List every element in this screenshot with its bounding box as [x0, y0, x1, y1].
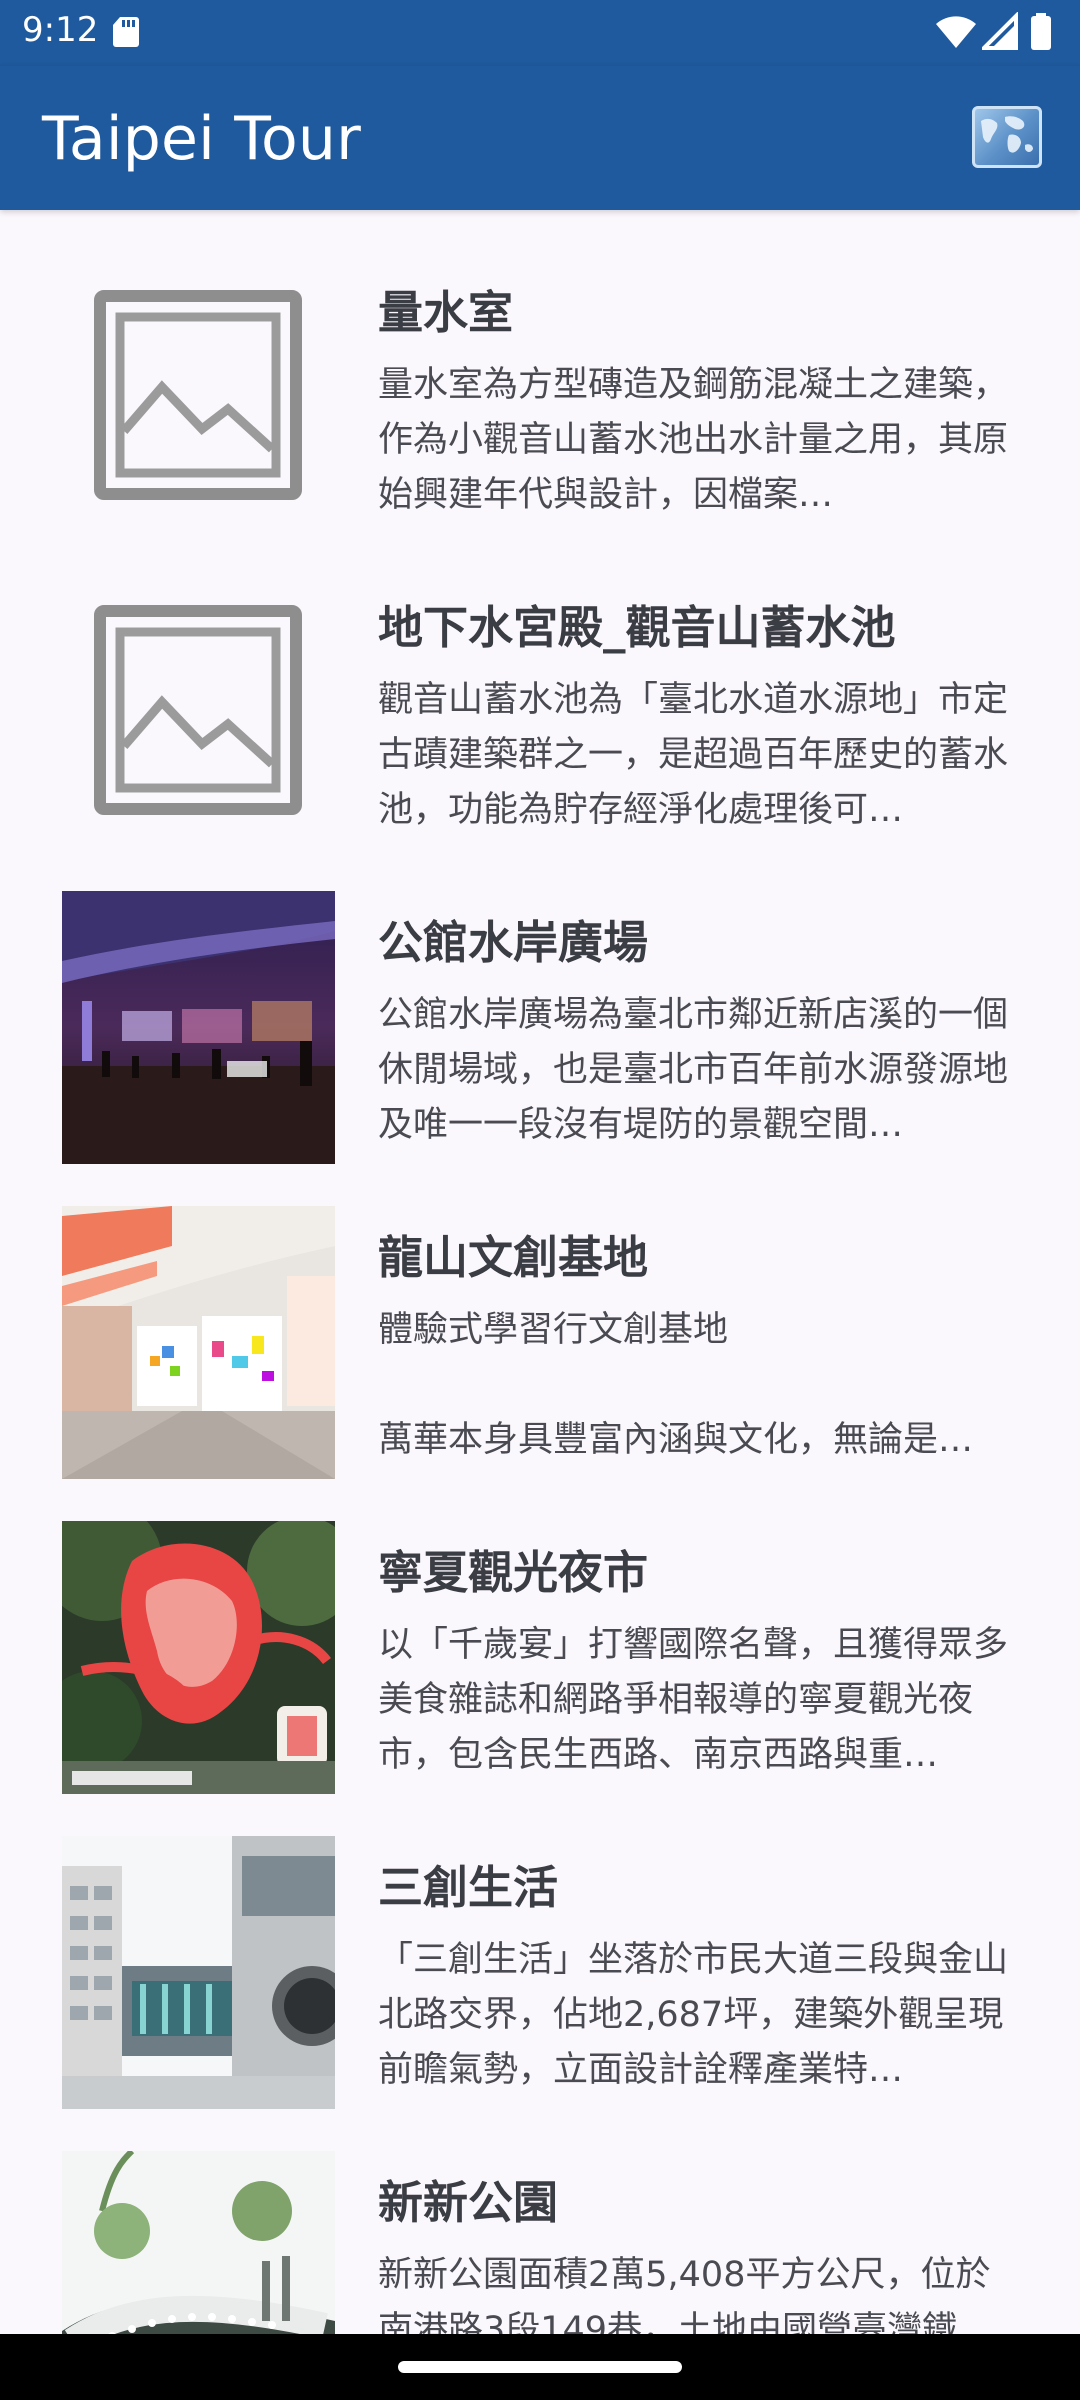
status-bar: 9:12 — [0, 0, 1080, 66]
system-navigation-bar — [0, 2334, 1080, 2400]
status-time: 9:12 — [22, 10, 99, 50]
item-title: 三創生活 — [378, 1861, 559, 1914]
gallery-corridor-photo — [62, 1206, 335, 1479]
world-map-icon — [981, 116, 1033, 153]
park-photo — [62, 2151, 335, 2334]
list-item[interactable]: 新新公園 新新公園面積2萬5,408平方公尺，位於南港路3段149巷，土地由國營… — [0, 2100, 1080, 2334]
list-item[interactable]: 量水室 量水室為方型磚造及鋼筋混凝土之建築，作為小觀音山蓄水池出水計量之用，其原… — [0, 210, 1080, 525]
list-item[interactable]: 公館水岸廣場 公館水岸廣場為臺北市鄰近新店溪的一個休閒場域，也是臺北市百年前水源… — [0, 840, 1080, 1164]
item-title: 新新公園 — [378, 2176, 559, 2229]
placeholder-image-icon — [62, 576, 335, 849]
signal-icon — [982, 12, 1018, 50]
item-title: 龍山文創基地 — [378, 1231, 649, 1284]
modern-building-photo — [62, 1836, 335, 2109]
item-description: 量水室為方型磚造及鋼筋混凝土之建築，作為小觀音山蓄水池出水計量之用，其原始興建年… — [378, 365, 1009, 515]
world-map-button[interactable] — [972, 106, 1042, 168]
list-item[interactable]: 龍山文創基地 體驗式學習行文創基地 萬華本身具豐富內涵與文化，無論是… — [0, 1155, 1080, 1479]
item-description: 新新公園面積2萬5,408平方公尺，位於南港路3段149巷，土地由國營臺灣鐵路… — [378, 2255, 991, 2334]
list-item[interactable]: 地下水宮殿_觀音山蓄水池 觀音山蓄水池為「臺北水道水源地」市定古蹟建築群之一，是… — [0, 525, 1080, 840]
home-gesture-handle[interactable] — [398, 2361, 682, 2373]
item-description: 以「千歲宴」打響國際名聲，且獲得眾多美食雜誌和網路爭相報導的寧夏觀光夜市，包含民… — [378, 1625, 1009, 1775]
app-bar: Taipei Tour — [0, 66, 1080, 210]
item-description: 觀音山蓄水池為「臺北水道水源地」市定古蹟建築群之一，是超過百年歷史的蓄水池，功能… — [378, 680, 1009, 830]
red-dragon-photo — [62, 1521, 335, 1794]
night-plaza-photo — [62, 891, 335, 1164]
item-title: 量水室 — [378, 286, 514, 339]
app-title: Taipei Tour — [42, 104, 361, 174]
status-icons — [934, 12, 1054, 52]
item-title: 寧夏觀光夜市 — [378, 1546, 649, 1599]
item-description: 「三創生活」坐落於市民大道三段與金山北路交界，佔地2,687坪，建築外觀呈現前瞻… — [378, 1940, 1009, 2090]
item-title: 公館水岸廣場 — [378, 916, 649, 969]
attraction-list[interactable]: 量水室 量水室為方型磚造及鋼筋混凝土之建築，作為小觀音山蓄水池出水計量之用，其原… — [0, 210, 1080, 2334]
item-title: 地下水宮殿_觀音山蓄水池 — [378, 601, 896, 654]
list-item[interactable]: 寧夏觀光夜市 以「千歲宴」打響國際名聲，且獲得眾多美食雜誌和網路爭相報導的寧夏觀… — [0, 1470, 1080, 1794]
item-description: 公館水岸廣場為臺北市鄰近新店溪的一個休閒場域，也是臺北市百年前水源發源地及唯一一… — [378, 995, 1009, 1145]
placeholder-image-icon — [62, 261, 335, 534]
wifi-icon — [936, 16, 976, 48]
battery-icon — [1031, 13, 1051, 50]
list-item[interactable]: 三創生活 「三創生活」坐落於市民大道三段與金山北路交界，佔地2,687坪，建築外… — [0, 1785, 1080, 2109]
sd-card-icon — [113, 17, 139, 47]
item-description: 體驗式學習行文創基地 萬華本身具豐富內涵與文化，無論是… — [378, 1310, 974, 1460]
